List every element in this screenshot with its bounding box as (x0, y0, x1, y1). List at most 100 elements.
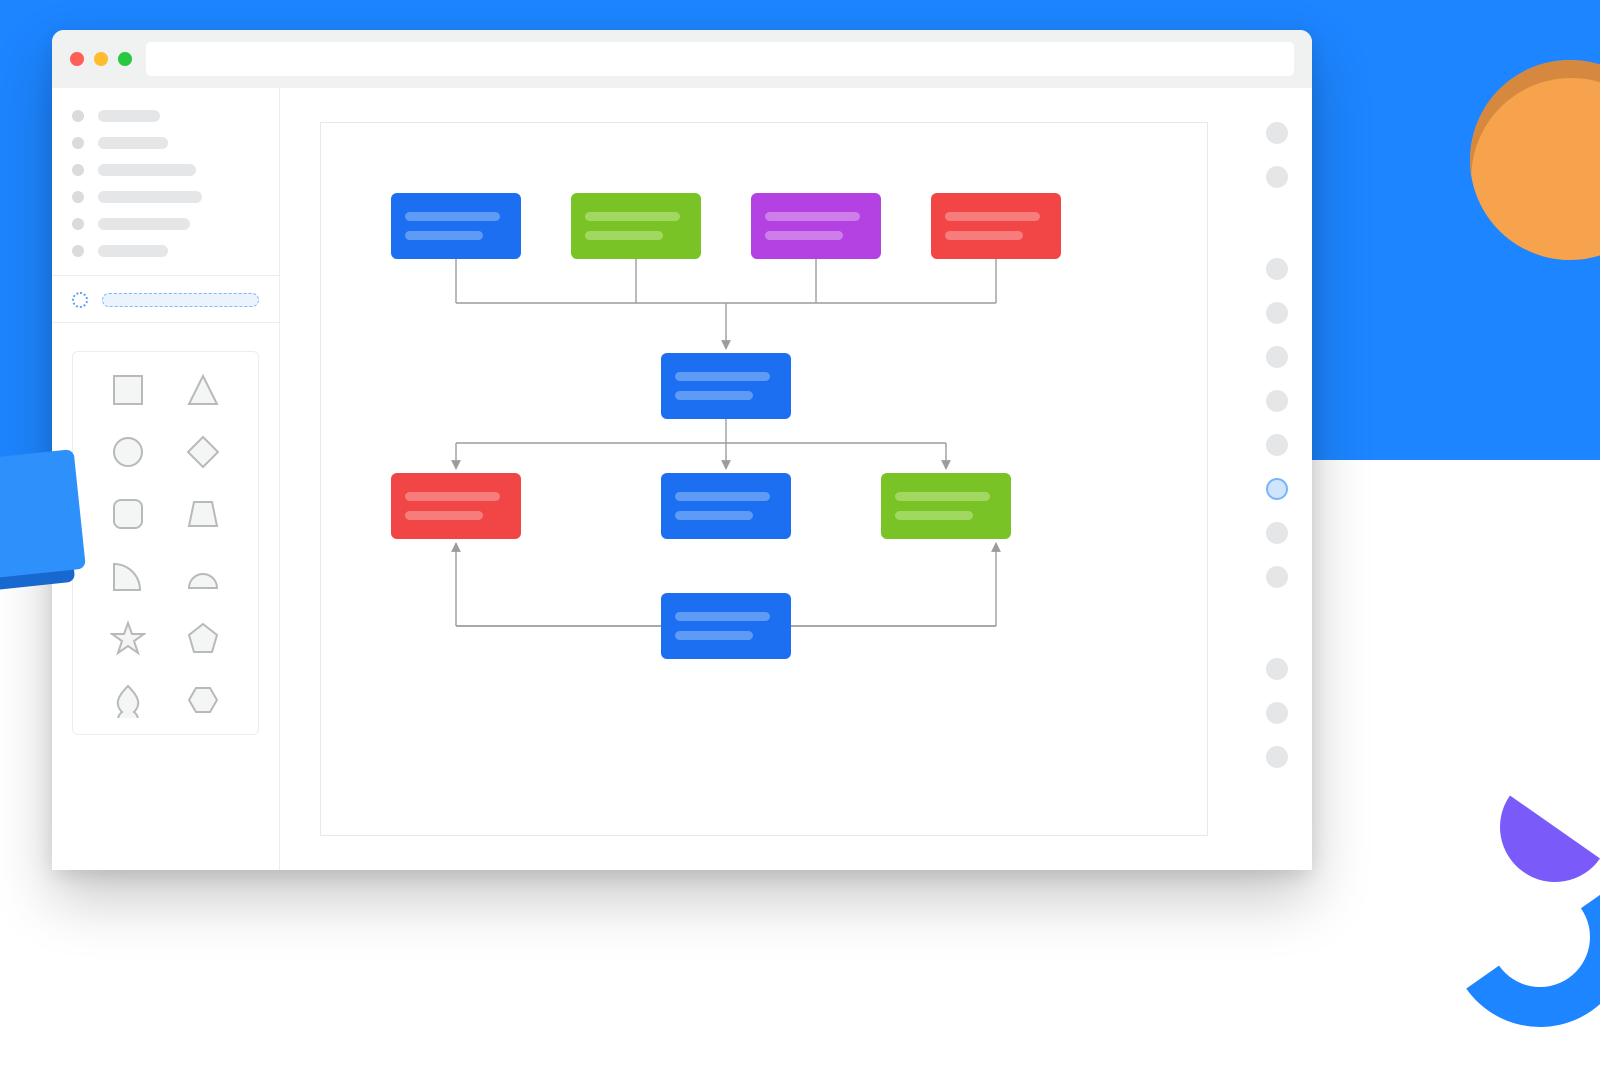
node-line (585, 231, 663, 240)
deco-cube-blue (0, 449, 86, 581)
node-line (945, 231, 1023, 240)
titlebar (52, 30, 1312, 88)
menu-item[interactable] (72, 164, 259, 176)
diamond-icon (185, 434, 221, 470)
half-pie-icon (185, 558, 221, 594)
flow-node-d1[interactable] (661, 593, 791, 659)
half-pie-shape[interactable] (183, 556, 223, 596)
star-icon (110, 620, 146, 656)
trapezoid-shape[interactable] (183, 494, 223, 534)
rounded-square-shape[interactable] (108, 494, 148, 534)
menu-label-placeholder (98, 164, 196, 176)
tool-dot[interactable] (1266, 566, 1288, 588)
node-line (765, 212, 860, 221)
circle-shape[interactable] (108, 432, 148, 472)
node-line (765, 231, 843, 240)
node-line (675, 511, 753, 520)
close-button[interactable] (70, 52, 84, 66)
bullet-icon (72, 245, 84, 257)
square-shape[interactable] (108, 370, 148, 410)
rounded-square-icon (110, 496, 146, 532)
flow-node-c3[interactable] (881, 473, 1011, 539)
workspace (52, 88, 1312, 870)
node-line (895, 492, 990, 501)
flow-node-a4[interactable] (931, 193, 1061, 259)
flow-node-a2[interactable] (571, 193, 701, 259)
triangle-shape[interactable] (183, 370, 223, 410)
bullet-icon (72, 110, 84, 122)
right-toolbar (1242, 88, 1312, 870)
node-line (405, 511, 483, 520)
zoom-button[interactable] (118, 52, 132, 66)
node-line (675, 372, 770, 381)
tool-dot[interactable] (1266, 390, 1288, 412)
diamond-shape[interactable] (183, 432, 223, 472)
bullet-icon (72, 191, 84, 203)
window-controls (70, 52, 132, 66)
quarter-pie-icon (110, 558, 146, 594)
tool-dot[interactable] (1266, 702, 1288, 724)
flow-node-a3[interactable] (751, 193, 881, 259)
menu-label-placeholder (98, 137, 168, 149)
bullet-icon (72, 218, 84, 230)
address-bar[interactable] (146, 42, 1294, 76)
canvas-area (280, 88, 1242, 870)
tool-dot[interactable] (1266, 522, 1288, 544)
hexagon-shape[interactable] (183, 680, 223, 720)
bullet-icon (72, 137, 84, 149)
bullet-icon (72, 164, 84, 176)
node-line (675, 631, 753, 640)
node-line (945, 212, 1040, 221)
node-line (675, 612, 770, 621)
tool-dot[interactable] (1266, 434, 1288, 456)
node-line (895, 511, 973, 520)
node-line (405, 231, 483, 240)
tool-dot[interactable] (1266, 122, 1288, 144)
node-line (675, 492, 770, 501)
tool-dot[interactable] (1266, 166, 1288, 188)
selected-style-row[interactable] (52, 276, 279, 323)
tool-dot[interactable] (1266, 302, 1288, 324)
menu-item[interactable] (72, 191, 259, 203)
flow-node-c1[interactable] (391, 473, 521, 539)
tool-dot[interactable] (1266, 746, 1288, 768)
trapezoid-icon (185, 496, 221, 532)
flow-node-c2[interactable] (661, 473, 791, 539)
left-sidebar (52, 88, 280, 870)
node-line (405, 212, 500, 221)
pentagon-icon (185, 620, 221, 656)
menu-label-placeholder (98, 110, 160, 122)
menu-item[interactable] (72, 137, 259, 149)
quarter-pie-shape[interactable] (108, 556, 148, 596)
menu-item[interactable] (72, 218, 259, 230)
tool-dot[interactable] (1266, 478, 1288, 500)
hexagon-icon (185, 682, 221, 718)
teardrop-icon (110, 682, 146, 718)
square-icon (110, 372, 146, 408)
diagram-canvas[interactable] (320, 122, 1208, 836)
menu-label-placeholder (98, 191, 202, 203)
circle-icon (110, 434, 146, 470)
node-line (405, 492, 500, 501)
pentagon-shape[interactable] (183, 618, 223, 658)
tool-dot[interactable] (1266, 346, 1288, 368)
flow-node-a1[interactable] (391, 193, 521, 259)
menu-item[interactable] (72, 245, 259, 257)
node-line (675, 391, 753, 400)
star-shape[interactable] (108, 618, 148, 658)
menu-label-placeholder (98, 245, 168, 257)
minimize-button[interactable] (94, 52, 108, 66)
tool-dot[interactable] (1266, 258, 1288, 280)
menu-item[interactable] (72, 110, 259, 122)
tool-dot[interactable] (1266, 658, 1288, 680)
dashed-circle-icon (72, 292, 88, 308)
menu-list (52, 88, 279, 276)
app-window (52, 30, 1312, 870)
flow-node-b1[interactable] (661, 353, 791, 419)
shape-palette (72, 351, 259, 735)
triangle-icon (185, 372, 221, 408)
node-line (585, 212, 680, 221)
menu-label-placeholder (98, 218, 190, 230)
dashed-bar-icon (102, 293, 259, 307)
teardrop-shape[interactable] (108, 680, 148, 720)
